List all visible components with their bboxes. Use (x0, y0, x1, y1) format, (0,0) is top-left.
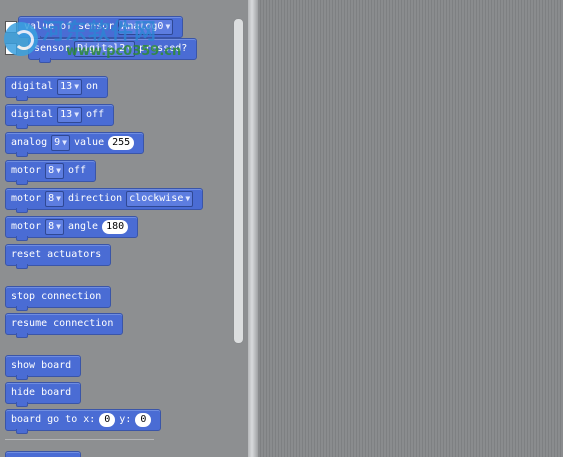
chevron-down-icon: ▼ (56, 194, 61, 203)
block-label: y: (119, 414, 132, 425)
block-label: resume connection (11, 318, 114, 329)
chevron-down-icon: ▼ (185, 194, 191, 203)
digital-on-block[interactable]: digital 13 ▼ on (5, 76, 109, 101)
palette-splitter[interactable] (248, 0, 258, 457)
pin-dropdown[interactable]: 9 ▼ (51, 135, 70, 151)
chevron-down-icon: ▼ (56, 222, 61, 231)
block-label: hide board (11, 387, 72, 398)
value-input[interactable]: 255 (108, 136, 135, 150)
block-label: value (73, 137, 105, 148)
x-input[interactable]: 0 (99, 413, 116, 427)
y-input[interactable]: 0 (135, 413, 152, 427)
block-label: direction (67, 193, 123, 204)
block-label: show board (11, 360, 72, 371)
watermark-url: www.pc0359.cn (66, 44, 182, 59)
chevron-down-icon: ▼ (56, 166, 61, 175)
block-label: off (86, 109, 105, 120)
board-go-to-block[interactable]: board go to x: 0 y: 0 (5, 409, 162, 434)
block-label: angle (67, 221, 99, 232)
analog-value-block[interactable]: analog 9 ▼ value 255 (5, 132, 145, 157)
watermark-logo-icon (4, 22, 38, 56)
block-label: board go to x: (11, 414, 96, 425)
block-label: reset actuators (11, 249, 102, 260)
hide-board-block[interactable]: hide board (5, 382, 82, 407)
angle-input[interactable]: 180 (102, 220, 129, 234)
scripting-area[interactable] (258, 0, 563, 457)
pin-dropdown[interactable]: 8 ▼ (45, 191, 64, 207)
block-label: on (86, 81, 99, 92)
resume-connection-block[interactable]: resume connection (5, 313, 124, 338)
chevron-down-icon: ▼ (74, 110, 80, 119)
direction-dropdown[interactable]: clockwise ▼ (126, 191, 194, 207)
pin-dropdown[interactable]: 8 ▼ (45, 219, 64, 235)
watermark-text: 河东软件网 (42, 20, 158, 45)
pin-dropdown[interactable]: 8 ▼ (45, 163, 64, 179)
pin-dropdown[interactable]: 13 ▼ (57, 107, 83, 123)
block-label: motor (11, 193, 42, 204)
block-label: motor (11, 221, 42, 232)
chevron-down-icon: ▼ (74, 82, 80, 91)
block-label: motor (11, 165, 42, 176)
reset-actuators-block[interactable]: reset actuators (5, 244, 112, 269)
block-label: stop connection (11, 291, 102, 302)
partial-block[interactable] (5, 451, 81, 457)
motor-off-block[interactable]: motor 8 ▼ off (5, 160, 97, 185)
palette-divider (5, 439, 154, 440)
palette-scrollbar-thumb[interactable] (233, 18, 244, 344)
block-label: analog (11, 137, 48, 148)
chevron-down-icon: ▼ (165, 22, 171, 31)
block-label: digital (11, 81, 54, 92)
digital-off-block[interactable]: digital 13 ▼ off (5, 104, 115, 129)
motor-angle-block[interactable]: motor 8 ▼ angle 180 (5, 216, 139, 241)
show-board-block[interactable]: show board (5, 355, 82, 380)
block-label: off (67, 165, 87, 176)
block-palette: value of sensor Analog0 ▼ sensor Digital2… (0, 0, 248, 457)
chevron-down-icon: ▼ (62, 138, 67, 147)
stop-connection-block[interactable]: stop connection (5, 286, 112, 311)
block-label: digital (11, 109, 54, 120)
pin-dropdown[interactable]: 13 ▼ (57, 79, 83, 95)
motor-direction-block[interactable]: motor 8 ▼ direction clockwise ▼ (5, 188, 204, 213)
